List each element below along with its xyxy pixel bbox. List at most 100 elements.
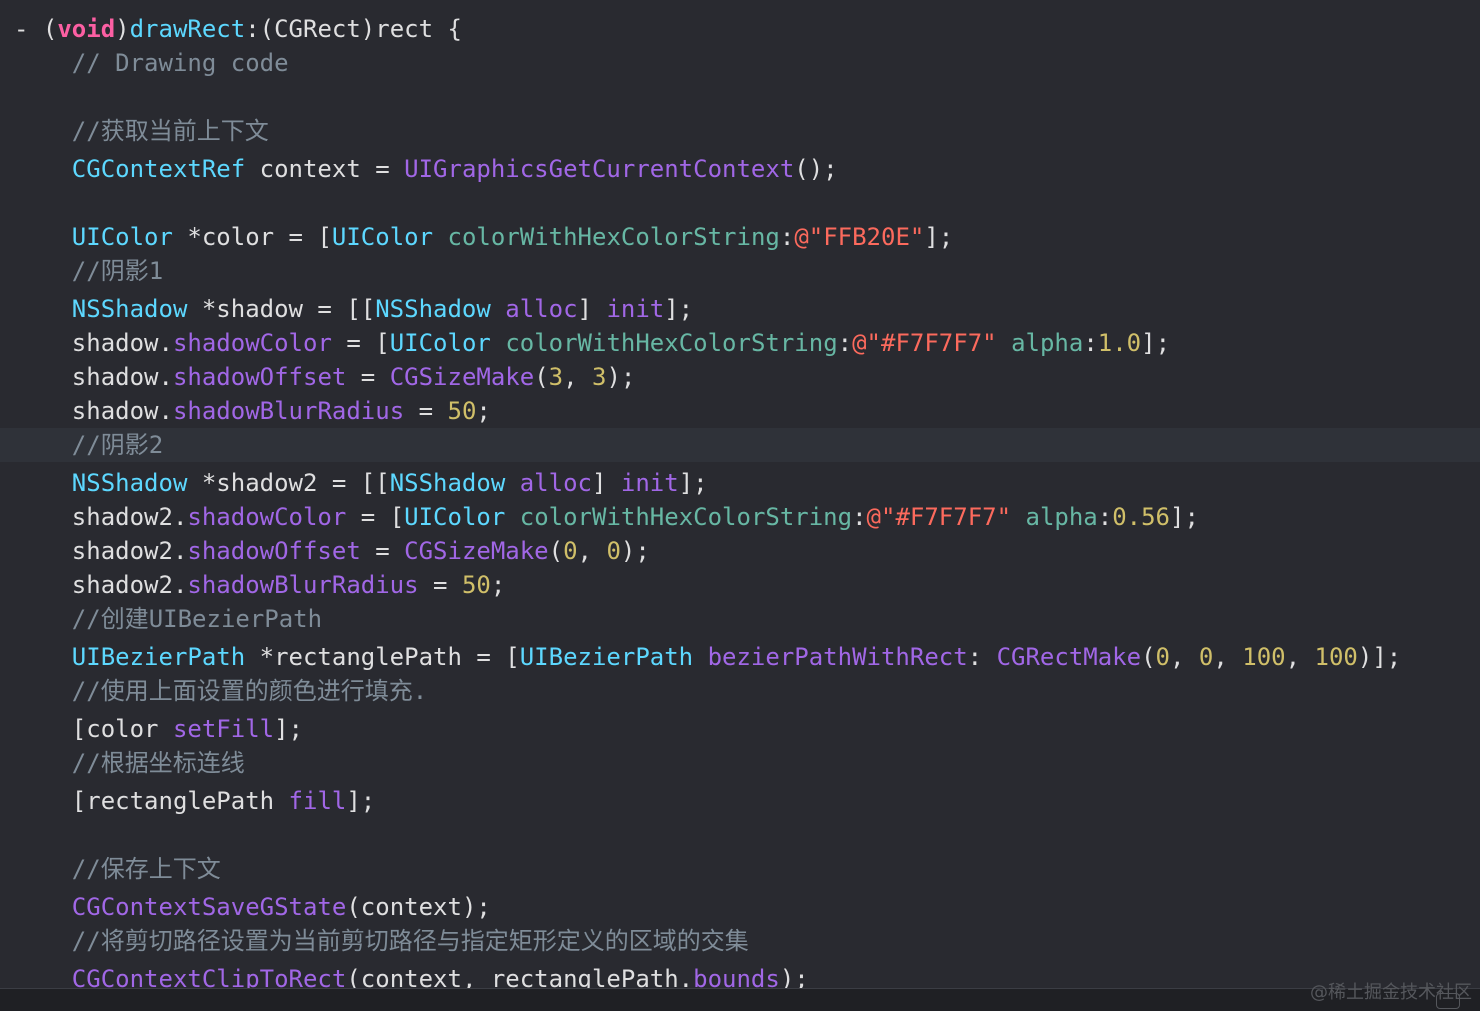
code-token-plain: ( — [1141, 643, 1156, 671]
code-line[interactable]: CGContextSaveGState(context); — [0, 890, 1480, 924]
code-token-plain: *shadow2 = [[ — [187, 469, 390, 497]
code-line[interactable]: NSShadow *shadow = [[NSShadow alloc] ini… — [0, 292, 1480, 326]
code-token-func: CGSizeMake — [389, 363, 535, 391]
code-text: CGContextRef context = UIGraphicsGetCurr… — [14, 152, 838, 186]
code-line[interactable]: UIColor *color = [UIColor colorWithHexCo… — [0, 220, 1480, 254]
code-line[interactable]: shadow.shadowBlurRadius = 50; — [0, 394, 1480, 428]
code-text: shadow.shadowOffset = CGSizeMake(3, 3); — [14, 360, 636, 394]
code-text: shadow.shadowBlurRadius = 50; — [14, 394, 491, 428]
code-token-plain: , — [1213, 643, 1243, 671]
code-token-num: 3 — [548, 363, 564, 391]
code-line-current[interactable]: //阴影2 — [0, 428, 1480, 462]
code-line[interactable]: //阴影1 — [0, 254, 1480, 288]
code-token-plain: *color = [ — [172, 223, 332, 251]
code-token-plain: [rectanglePath — [14, 787, 289, 815]
code-token-comment: //保存上下文 — [14, 855, 221, 883]
code-token-plain: ]; — [1141, 329, 1171, 357]
code-token-plain: , — [577, 537, 607, 565]
code-token-str: @"#F7F7F7" — [866, 503, 1012, 531]
code-line[interactable]: //获取当前上下文 — [0, 114, 1480, 148]
code-line[interactable]: shadow2.shadowOffset = CGSizeMake(0, 0); — [0, 534, 1480, 568]
code-text: UIColor *color = [UIColor colorWithHexCo… — [14, 220, 953, 254]
code-token-plain: )]; — [1357, 643, 1402, 671]
code-token-num: 100 — [1242, 643, 1286, 671]
code-text: //将剪切路径设置为当前剪切路径与指定矩形定义的区域的交集 — [14, 924, 749, 958]
code-line[interactable]: shadow.shadowColor = [UIColor colorWithH… — [0, 326, 1480, 360]
code-line[interactable]: shadow2.shadowColor = [UIColor colorWith… — [0, 500, 1480, 534]
code-line[interactable]: CGContextRef context = UIGraphicsGetCurr… — [0, 152, 1480, 186]
code-token-comment: //根据坐标连线 — [14, 749, 245, 777]
code-token-type: UIBezierPath — [71, 643, 246, 671]
code-token-plain: ); — [620, 537, 650, 565]
code-token-func: UIGraphicsGetCurrentContext — [404, 155, 795, 183]
code-token-num: 0.56 — [1112, 503, 1170, 531]
code-token-type: NSShadow — [375, 295, 491, 323]
code-token-prop: bezierPathWithRect — [707, 643, 968, 671]
watermark: @稀土掘金技术社区 — [1310, 982, 1472, 1003]
code-token-plain: ]; — [924, 223, 954, 251]
code-line[interactable]: // Drawing code — [0, 46, 1480, 80]
code-text: //使用上面设置的颜色进行填充. — [14, 674, 427, 708]
code-token-plain: *shadow = [[ — [187, 295, 376, 323]
code-line[interactable]: [rectanglePath fill]; — [0, 784, 1480, 818]
code-line[interactable]: UIBezierPath *rectanglePath = [UIBezierP… — [0, 640, 1480, 674]
code-token-comment: //创建UIBezierPath — [14, 605, 323, 633]
code-token-type: NSShadow — [71, 469, 188, 497]
code-editor[interactable]: - (void)drawRect:(CGRect)rect { // Drawi… — [0, 0, 1480, 988]
code-line[interactable]: - (void)drawRect:(CGRect)rect { — [0, 12, 1480, 46]
code-line[interactable]: //将剪切路径设置为当前剪切路径与指定矩形定义的区域的交集 — [0, 924, 1480, 958]
code-token-prop: shadowColor — [187, 503, 347, 531]
code-text: CGContextSaveGState(context); — [14, 890, 491, 924]
code-line[interactable]: //保存上下文 — [0, 852, 1480, 886]
code-token-plain: [color — [14, 715, 173, 743]
code-line[interactable]: shadow.shadowOffset = CGSizeMake(3, 3); — [0, 360, 1480, 394]
code-token-plain: : — [1083, 329, 1098, 357]
code-token-type: UIColor — [71, 223, 173, 251]
code-token-plain: ]; — [346, 787, 376, 815]
code-line[interactable]: [color setFill]; — [0, 712, 1480, 746]
code-text: //阴影2 — [14, 428, 163, 462]
code-token-plain: ]; — [274, 715, 304, 743]
code-token-func: CGRectMake — [996, 643, 1142, 671]
code-token-plain: , — [1285, 643, 1315, 671]
code-text: //创建UIBezierPath — [14, 602, 322, 636]
code-token-plain: ]; — [1170, 503, 1199, 531]
code-token-method: colorWithHexColorString — [505, 329, 838, 357]
code-token-type: UIColor — [331, 223, 434, 251]
code-token-plain: (context, rectanglePath. — [346, 965, 694, 988]
code-text: //阴影1 — [14, 254, 163, 288]
code-text: //获取当前上下文 — [14, 114, 269, 148]
code-line[interactable] — [0, 80, 1480, 114]
code-token-type: drawRect — [129, 15, 246, 43]
code-token-comment: //获取当前上下文 — [14, 117, 269, 145]
code-line[interactable]: //创建UIBezierPath — [0, 602, 1480, 636]
code-token-num: 100 — [1314, 643, 1358, 671]
code-token-comment: // Drawing code — [14, 49, 289, 77]
code-token-comment: //阴影2 — [14, 431, 164, 459]
code-line[interactable]: //根据坐标连线 — [0, 746, 1480, 780]
code-token-prop: bounds — [693, 965, 780, 988]
code-token-type: UIColor — [389, 329, 491, 357]
code-line[interactable]: //使用上面设置的颜色进行填充. — [0, 674, 1480, 708]
code-line[interactable]: CGContextClipToRect(context, rectanglePa… — [0, 962, 1480, 988]
code-line[interactable] — [0, 186, 1480, 220]
code-token-str: @"#F7F7F7" — [852, 329, 997, 357]
code-line[interactable] — [0, 818, 1480, 852]
code-line[interactable]: NSShadow *shadow2 = [[NSShadow alloc] in… — [0, 466, 1480, 500]
code-text: //保存上下文 — [14, 852, 221, 886]
code-line[interactable]: shadow2.shadowBlurRadius = 50; — [0, 568, 1480, 602]
code-token-prop: shadowColor — [172, 329, 332, 357]
code-token-method: colorWithHexColorString — [447, 223, 780, 251]
code-token-plain: *rectanglePath = [ — [245, 643, 520, 671]
status-bar — [0, 988, 1480, 1011]
code-token-prop: shadowBlurRadius — [187, 571, 419, 599]
code-token-comment: //使用上面设置的颜色进行填充. — [14, 677, 428, 705]
code-token-plain: shadow2. — [14, 571, 188, 599]
